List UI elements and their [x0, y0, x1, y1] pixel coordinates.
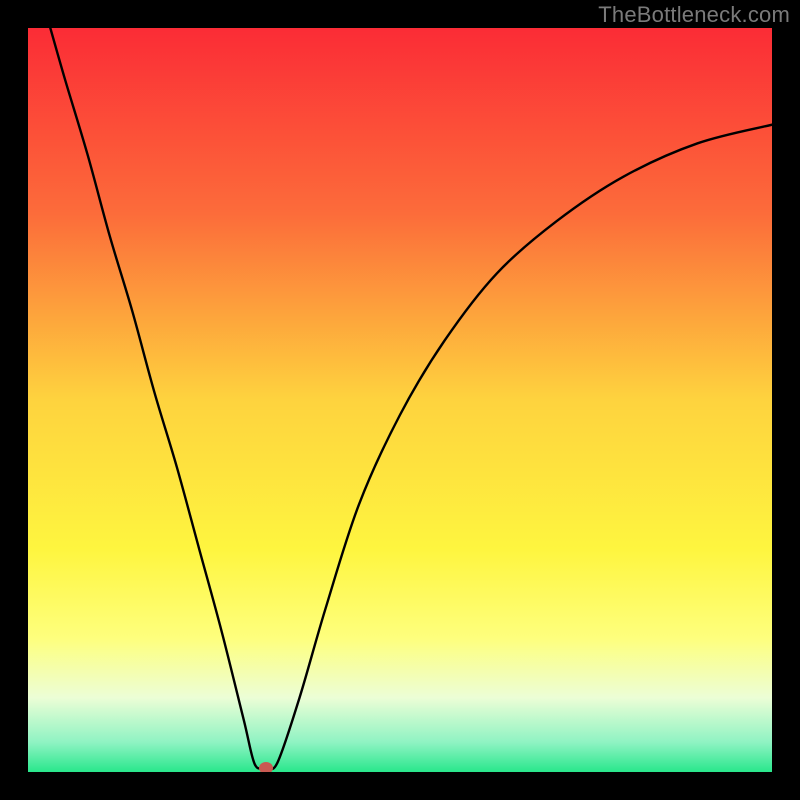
- plot-area: [28, 28, 772, 772]
- watermark-text: TheBottleneck.com: [598, 2, 790, 28]
- optimal-point-marker: [259, 762, 273, 772]
- chart-frame: TheBottleneck.com: [0, 0, 800, 800]
- bottleneck-curve: [28, 28, 772, 772]
